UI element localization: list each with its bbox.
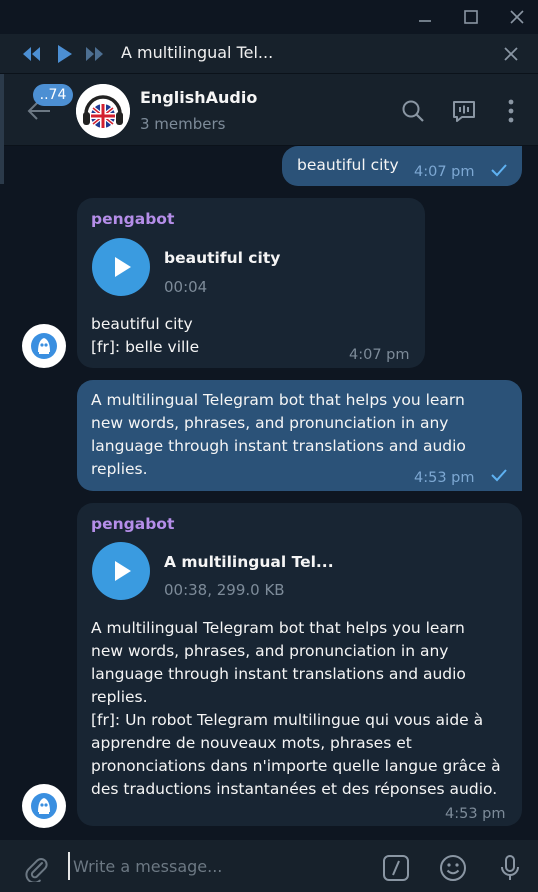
bot-icon [31, 333, 57, 359]
chat-header: ..74 EnglishAudio 3 members [0, 74, 538, 146]
message-text: A multilingual Telegram bot that helps y… [91, 619, 501, 798]
message-text: beautiful city [fr]: belle ville [91, 315, 200, 356]
bot-icon [31, 793, 57, 819]
chat-member-count: 3 members [140, 115, 226, 133]
message-input[interactable] [68, 852, 368, 880]
message-bubble-outgoing[interactable]: A multilingual Telegram bot that helps y… [77, 380, 522, 491]
chat-avatar[interactable] [76, 84, 130, 138]
message-bubble-incoming[interactable]: pengabot beautiful city 00:04 beautiful … [77, 198, 425, 368]
message-text: A multilingual Telegram bot that helps y… [91, 391, 466, 478]
play-icon[interactable] [54, 43, 74, 65]
chat-title[interactable]: EnglishAudio [140, 88, 257, 107]
message-time: 4:07 pm [414, 164, 475, 180]
close-icon[interactable] [506, 6, 528, 28]
audio-play-button[interactable] [92, 542, 150, 600]
maximize-icon[interactable] [460, 6, 482, 28]
attach-icon[interactable] [22, 854, 50, 882]
message-time: 4:53 pm [445, 806, 506, 822]
audio-play-button[interactable] [92, 238, 150, 296]
audio-file-info: 00:38, 299.0 KB [164, 581, 285, 599]
audio-title: beautiful city [164, 249, 281, 267]
window-titlebar [0, 0, 538, 34]
message-time: 4:07 pm [349, 347, 410, 363]
audio-player-bar: A multilingual Tel... [0, 34, 538, 74]
more-icon[interactable] [498, 98, 524, 124]
sender-name[interactable]: pengabot [91, 208, 174, 231]
unread-badge[interactable]: ..74 [33, 84, 73, 106]
bot-avatar[interactable] [22, 784, 66, 828]
audio-title: A multilingual Tel... [164, 553, 334, 571]
previous-icon[interactable] [20, 44, 42, 64]
search-icon[interactable] [400, 98, 426, 124]
play-icon [115, 561, 131, 581]
commands-icon[interactable] [382, 854, 410, 882]
next-icon[interactable] [84, 44, 106, 64]
message-bubble-incoming[interactable]: pengabot A multilingual Tel... 00:38, 29… [77, 503, 522, 826]
message-time: 4:53 pm [414, 470, 475, 486]
close-player-icon[interactable] [501, 44, 521, 64]
minimize-icon[interactable] [414, 6, 436, 28]
message-text: beautiful city [297, 156, 399, 174]
play-icon [115, 257, 131, 277]
emoji-icon[interactable] [439, 854, 467, 882]
read-check-icon [491, 469, 507, 482]
sidebar-edge [0, 74, 4, 184]
bot-avatar[interactable] [22, 324, 66, 368]
headphones-flag-icon [76, 84, 130, 138]
player-track-title[interactable]: A multilingual Tel... [121, 43, 273, 62]
read-check-icon [491, 164, 507, 177]
audio-duration: 00:04 [164, 278, 208, 296]
message-bubble-outgoing[interactable]: beautiful city 4:07 pm [282, 146, 522, 186]
sender-name[interactable]: pengabot [91, 513, 174, 536]
microphone-icon[interactable] [496, 854, 524, 882]
message-composer [0, 840, 538, 892]
voice-chat-icon[interactable] [451, 98, 477, 124]
